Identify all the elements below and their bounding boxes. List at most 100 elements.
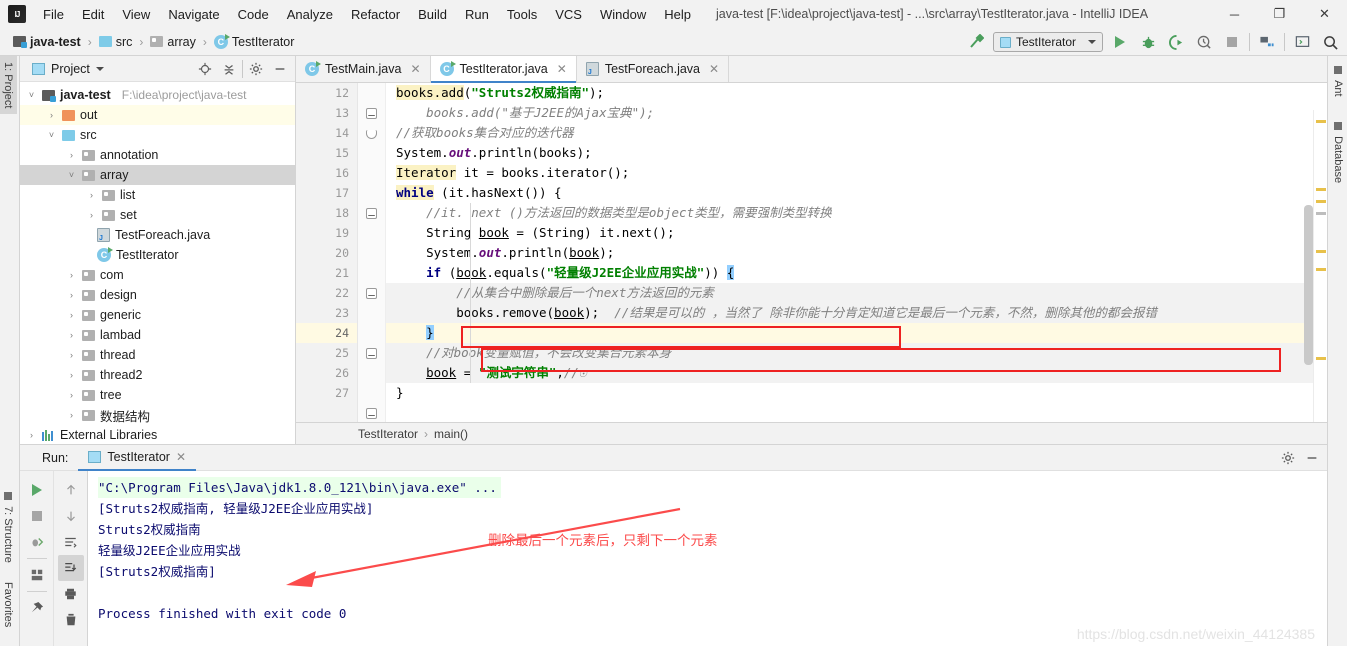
settings-gear-icon[interactable] xyxy=(1277,447,1299,469)
code-line[interactable]: books.add("基于J2EE的Ajax宝典"); xyxy=(386,103,1327,123)
close-icon[interactable]: ✕ xyxy=(709,62,719,76)
warning-marker[interactable] xyxy=(1316,357,1326,360)
breadcrumb-method[interactable]: main() xyxy=(434,427,468,441)
chevron-right-icon[interactable]: › xyxy=(66,370,77,380)
code-editor[interactable]: 12 13 14 15 16 17 18 19 20 21 22 23 24 2… xyxy=(296,83,1327,444)
chevron-right-icon[interactable]: › xyxy=(66,290,77,300)
editor-marker-strip[interactable] xyxy=(1313,110,1327,444)
hide-icon[interactable] xyxy=(269,58,291,80)
menu-vcs[interactable]: VCS xyxy=(546,3,591,26)
fold-marker[interactable] xyxy=(366,130,377,139)
code-line[interactable]: } xyxy=(386,383,1327,403)
chevron-right-icon[interactable]: › xyxy=(66,410,77,420)
chevron-right-icon[interactable]: › xyxy=(86,210,97,220)
tool-tab-ant[interactable]: Ant xyxy=(1329,60,1347,103)
tree-row[interactable]: › design xyxy=(20,285,295,305)
chevron-right-icon[interactable]: › xyxy=(46,110,57,120)
breadcrumb-item-array[interactable]: array xyxy=(145,33,200,51)
project-structure-icon[interactable] xyxy=(1256,31,1278,53)
menu-edit[interactable]: Edit xyxy=(73,3,113,26)
locate-icon[interactable] xyxy=(194,58,216,80)
terminal-icon[interactable] xyxy=(1291,31,1313,53)
chevron-right-icon[interactable]: › xyxy=(66,330,77,340)
warning-marker[interactable] xyxy=(1316,268,1326,271)
close-icon[interactable]: ✕ xyxy=(176,450,186,464)
rerun-icon[interactable] xyxy=(24,477,50,503)
tool-tab-structure[interactable]: 7: Structure xyxy=(0,486,17,569)
chevron-right-icon[interactable]: › xyxy=(66,310,77,320)
code-line[interactable]: //对book变量赋值，不会改变集合元素本身 xyxy=(386,343,1327,363)
code-line[interactable]: //获取books集合对应的迭代器 xyxy=(386,123,1327,143)
tool-tab-project[interactable]: 1: Project xyxy=(0,56,17,115)
menu-analyze[interactable]: Analyze xyxy=(278,3,342,26)
profiler-icon[interactable] xyxy=(1193,31,1215,53)
tool-tab-database[interactable]: Database xyxy=(1329,116,1347,189)
stop-icon[interactable] xyxy=(24,503,50,529)
project-panel-title[interactable]: Project xyxy=(24,62,104,76)
fold-marker[interactable]: ⚊ xyxy=(366,288,377,299)
chevron-right-icon[interactable]: › xyxy=(66,350,77,360)
chevron-down-icon[interactable]: ˅ xyxy=(46,130,57,140)
menu-tools[interactable]: Tools xyxy=(498,3,546,26)
chevron-right-icon[interactable]: › xyxy=(66,390,77,400)
breadcrumb-item-project[interactable]: java-test xyxy=(8,33,86,51)
code-line[interactable]: //从集合中删除最后一个next方法返回的元素 xyxy=(386,283,1327,303)
hammer-icon[interactable] xyxy=(965,31,987,53)
chevron-right-icon[interactable]: › xyxy=(86,190,97,200)
clear-all-icon[interactable] xyxy=(58,607,84,633)
pin-tab-icon[interactable] xyxy=(24,595,50,621)
search-everywhere-icon[interactable] xyxy=(1319,31,1341,53)
tree-row[interactable]: ˅ java-test F:\idea\project\java-test xyxy=(20,85,295,105)
fold-marker[interactable]: ⚊ xyxy=(366,348,377,359)
tree-row[interactable]: › External Libraries xyxy=(20,425,295,445)
close-icon[interactable]: ✕ xyxy=(410,62,420,76)
code-line[interactable]: System.out.println(books); xyxy=(386,143,1327,163)
tree-row[interactable]: › annotation xyxy=(20,145,295,165)
menu-refactor[interactable]: Refactor xyxy=(342,3,409,26)
print-icon[interactable] xyxy=(58,581,84,607)
chevron-right-icon[interactable]: › xyxy=(66,150,77,160)
menu-navigate[interactable]: Navigate xyxy=(159,3,228,26)
close-button[interactable]: ✕ xyxy=(1302,0,1347,28)
code-line[interactable]: System.out.println(book); xyxy=(386,243,1327,263)
code-line[interactable]: } xyxy=(386,323,1327,343)
tree-row[interactable]: › thread2 xyxy=(20,365,295,385)
menu-help[interactable]: Help xyxy=(655,3,700,26)
tab-testforeach-java[interactable]: TestForeach.java ✕ xyxy=(576,56,730,82)
chevron-right-icon[interactable]: › xyxy=(66,270,77,280)
tree-row[interactable]: › 数据结构 xyxy=(20,405,295,425)
scroll-down-icon[interactable] xyxy=(58,503,84,529)
menu-file[interactable]: File xyxy=(34,3,73,26)
menu-view[interactable]: View xyxy=(113,3,159,26)
chevron-down-icon[interactable]: ˅ xyxy=(26,90,37,100)
scroll-up-icon[interactable] xyxy=(58,477,84,503)
code-lines[interactable]: books.add("Struts2权威指南"); books.add("基于J… xyxy=(386,83,1327,444)
run-with-coverage-icon[interactable] xyxy=(1165,31,1187,53)
code-line[interactable]: book = "测试字符串";//☉ xyxy=(386,363,1327,383)
tab-testiterator-java[interactable]: C TestIterator.java ✕ xyxy=(430,56,577,83)
code-line[interactable]: if (book.equals("轻量级J2EE企业应用实战")) { xyxy=(386,263,1327,283)
code-line[interactable]: String book = (String) it.next(); xyxy=(386,223,1327,243)
menu-window[interactable]: Window xyxy=(591,3,655,26)
code-line[interactable]: books.add("Struts2权威指南"); xyxy=(386,83,1327,103)
breadcrumb-class[interactable]: TestIterator xyxy=(358,427,418,441)
layout-icon[interactable] xyxy=(24,562,50,588)
code-folding-gutter[interactable]: ⚊ ⚊ ⚊ ⚊ ⚊ xyxy=(358,83,386,444)
hide-icon[interactable] xyxy=(1301,447,1323,469)
tree-row[interactable]: TestForeach.java xyxy=(20,225,295,245)
scrollbar-thumb[interactable] xyxy=(1304,205,1313,365)
editor-vertical-scrollbar[interactable] xyxy=(1304,110,1313,444)
run-configuration-selector[interactable]: TestIterator xyxy=(993,32,1103,52)
scroll-to-end-icon[interactable] xyxy=(57,555,84,581)
fold-marker[interactable]: ⚊ xyxy=(366,208,377,219)
menu-code[interactable]: Code xyxy=(229,3,278,26)
tree-row[interactable]: C TestIterator xyxy=(20,245,295,265)
tree-row[interactable]: › generic xyxy=(20,305,295,325)
menu-build[interactable]: Build xyxy=(409,3,456,26)
code-line[interactable]: //it. next ()方法返回的数据类型是object类型，需要强制类型转换 xyxy=(386,203,1327,223)
chevron-down-icon[interactable]: ˅ xyxy=(66,170,77,180)
tree-row[interactable]: ˅ src xyxy=(20,125,295,145)
changed-marker[interactable] xyxy=(1316,212,1326,215)
tree-row[interactable]: › set xyxy=(20,205,295,225)
tab-testmain-java[interactable]: C TestMain.java ✕ xyxy=(296,56,431,82)
